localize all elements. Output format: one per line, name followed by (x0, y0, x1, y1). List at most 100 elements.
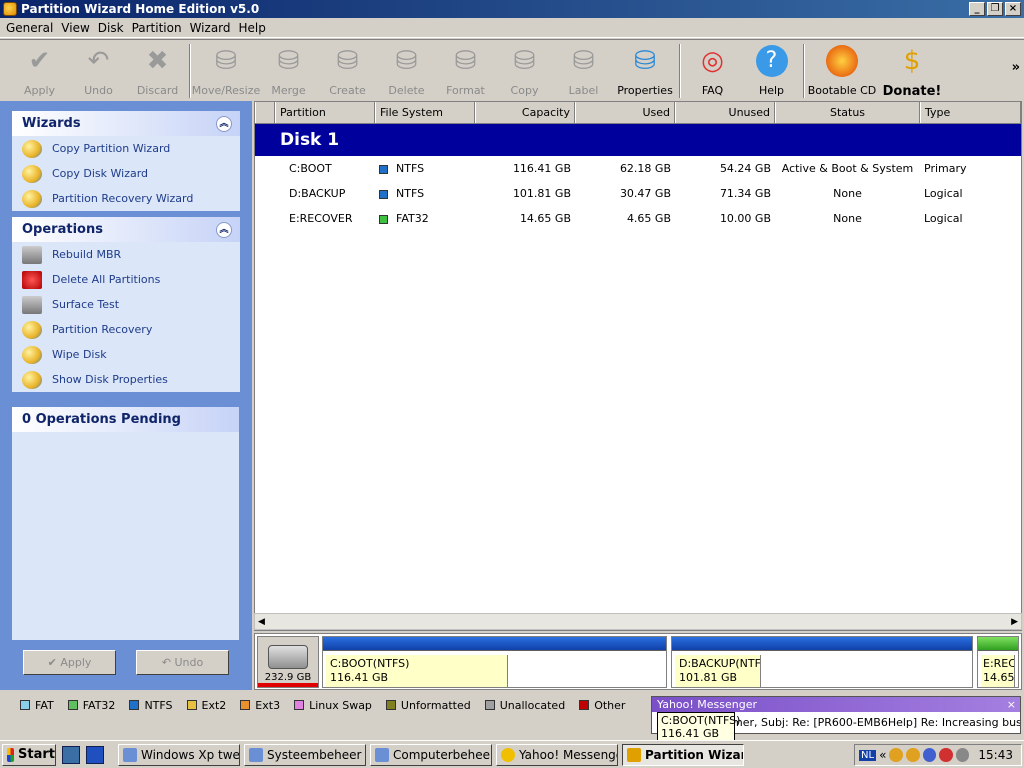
copy-disk-wizard[interactable]: Copy Disk Wizard (12, 161, 240, 186)
show-disk-properties-item[interactable]: Show Disk Properties (12, 367, 240, 392)
help-button[interactable]: ? Help (742, 44, 801, 97)
left-undo-button[interactable]: ↶ Undo (136, 650, 229, 675)
create-button[interactable]: ⛁ Create (318, 44, 377, 97)
partition-recovery-item[interactable]: Partition Recovery (12, 317, 240, 342)
left-apply-button[interactable]: ✔ Apply (23, 650, 116, 675)
legend-swatch (385, 700, 396, 710)
menu-bar: General View Disk Partition Wizard Help (0, 18, 1024, 38)
close-icon[interactable]: × (1007, 698, 1016, 711)
col-status[interactable]: Status (775, 102, 920, 123)
partition-wizard-icon (627, 747, 641, 762)
x-icon: ✖ (146, 46, 169, 76)
delete-all-partitions-item[interactable]: Delete All Partitions (12, 267, 240, 292)
surface-test-item[interactable]: Surface Test (12, 292, 240, 317)
fs-color-swatch (379, 214, 388, 224)
capacity: 14.65 GB (519, 212, 571, 225)
horizontal-scrollbar[interactable]: ◀ ▶ (254, 613, 1022, 630)
legend-swatch (579, 700, 590, 710)
col-partition[interactable]: Partition (275, 102, 375, 123)
title-bar: Partition Wizard Home Edition v5.0 _ ❐ × (0, 0, 1024, 18)
donate-button[interactable]: $ Donate! (877, 44, 947, 99)
yahoo-icon (501, 747, 515, 762)
language-indicator[interactable]: NL (859, 749, 877, 761)
table-row[interactable]: D:BACKUP NTFS 101.81 GB 30.47 GB 71.34 GB Non… (255, 181, 1021, 206)
diskmap-partition-d[interactable]: D:BACKUP(NTFS)101.81 GB (671, 636, 973, 688)
diskmap-partition-e[interactable]: E:REC 14.65 (977, 636, 1019, 688)
copy-partition-wizard[interactable]: Copy Partition Wizard (12, 136, 240, 161)
merge-button[interactable]: ⛁ Merge (259, 44, 318, 97)
disk-size: 232.9 GB (264, 672, 312, 683)
hard-disk-icon (268, 645, 308, 669)
legend-swatch (20, 700, 30, 710)
tray-expand-chevron[interactable]: « (879, 748, 886, 762)
properties-icon: ⛁ (634, 46, 656, 76)
wipe-disk-item[interactable]: Wipe Disk (12, 342, 240, 367)
scroll-right-icon[interactable]: ▶ (1011, 617, 1018, 627)
collapse-icon[interactable]: ︽ (216, 115, 232, 132)
menu-view[interactable]: View (57, 21, 93, 35)
task-computerbeheer[interactable]: Computerbeheer (370, 743, 492, 766)
quicklaunch-icon[interactable] (86, 745, 104, 764)
menu-partition[interactable]: Partition (128, 21, 186, 35)
copy-button[interactable]: ⛁ Copy (495, 44, 554, 97)
show-desktop-icon[interactable] (62, 745, 80, 764)
col-capacity[interactable]: Capacity (475, 102, 575, 123)
move-resize-button[interactable]: ⛁ Move/Resize (192, 44, 260, 97)
delete-button[interactable]: ⛁ Delete (377, 44, 436, 97)
fs-color-swatch (379, 189, 388, 199)
security-tray-icon[interactable] (939, 748, 953, 762)
col-type[interactable]: Type (920, 102, 1021, 123)
label-button[interactable]: ⛁ Label (554, 44, 613, 97)
system-icon (249, 747, 263, 762)
undo-button[interactable]: ↶ Undo (69, 44, 128, 97)
disk-properties-icon (22, 370, 42, 389)
task-windows-xp[interactable]: Windows Xp twe... (118, 743, 240, 766)
apply-button[interactable]: ✔ Apply (10, 44, 69, 97)
disk-1-row[interactable]: Disk 1 (255, 124, 1021, 156)
start-button[interactable]: Start (2, 743, 56, 766)
toolbar-overflow-chevron[interactable]: » (1012, 60, 1020, 75)
menu-disk[interactable]: Disk (94, 21, 128, 35)
check-icon: ✔ (47, 656, 61, 669)
restore-button[interactable]: ❐ (987, 2, 1003, 16)
close-button[interactable]: × (1005, 2, 1021, 16)
disk-copy-icon: ⛁ (513, 46, 536, 76)
table-row[interactable]: C:BOOT NTFS 116.41 GB 62.18 GB 54.24 GB Activ… (255, 156, 1021, 181)
diskmap-partition-c[interactable]: C:BOOT(NTFS) 116.41 GB (322, 636, 667, 688)
tray-icon[interactable] (922, 748, 937, 762)
system-tray: NL « 15:43 (854, 744, 1022, 766)
windows-logo-icon (7, 747, 15, 762)
col-file-system[interactable]: File System (375, 102, 475, 123)
taskbar: Start Windows Xp twe... Systeembeheer Co… (0, 740, 1024, 768)
properties-button[interactable]: ⛁ Properties (613, 44, 677, 97)
task-partition-wizard[interactable]: Partition Wizar... (622, 743, 744, 766)
col-unused[interactable]: Unused (675, 102, 775, 123)
tray-icon[interactable] (889, 748, 904, 762)
collapse-icon[interactable]: ︽ (216, 221, 232, 238)
wizards-title: Wizards (22, 116, 81, 131)
menu-wizard[interactable]: Wizard (186, 21, 235, 35)
yahoo-tray-icon[interactable] (906, 748, 920, 762)
discard-button[interactable]: ✖ Discard (128, 44, 187, 97)
task-yahoo-messenger[interactable]: Yahoo! Messenger (496, 743, 618, 766)
scroll-left-icon[interactable]: ◀ (258, 617, 265, 627)
legend-swatch (186, 700, 197, 710)
format-button[interactable]: ⛁ Format (436, 44, 495, 97)
tray-icon[interactable] (955, 748, 970, 762)
minimize-button[interactable]: _ (969, 2, 985, 16)
table-row[interactable]: E:RECOVER FAT32 14.65 GB 4.65 GB 10.00 GB Non… (255, 206, 1021, 231)
partition-recovery-wizard[interactable]: Partition Recovery Wizard (12, 186, 240, 211)
task-systeembeheer[interactable]: Systeembeheer (244, 743, 366, 766)
legend-swatch (129, 700, 140, 710)
menu-general[interactable]: General (2, 21, 57, 35)
capacity: 101.81 GB (512, 187, 571, 200)
wizards-panel: Wizards ︽ Copy Partition Wizard Copy Disk… (12, 111, 240, 211)
rebuild-mbr-item[interactable]: Rebuild MBR (12, 242, 240, 267)
toolbar-separator (189, 44, 191, 98)
disk-1-map-icon[interactable]: 232.9 GB (257, 636, 319, 688)
col-used[interactable]: Used (575, 102, 675, 123)
recovery-icon (22, 320, 42, 339)
faq-button[interactable]: ◎ FAQ (683, 44, 742, 97)
bootable-cd-button[interactable]: Bootable CD (807, 44, 877, 97)
menu-help[interactable]: Help (235, 21, 270, 35)
